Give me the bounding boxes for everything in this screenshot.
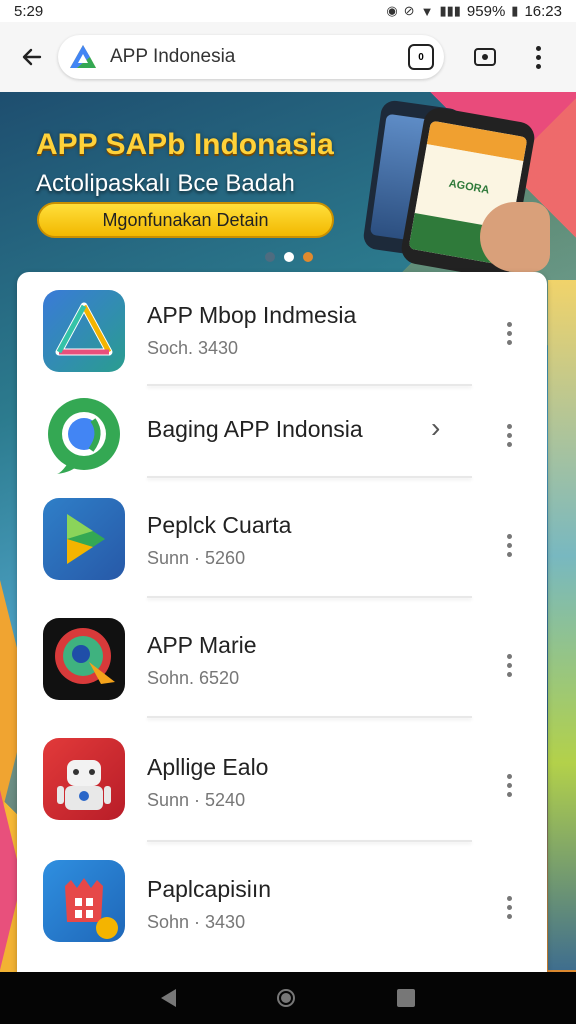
decor-stripe xyxy=(548,280,576,970)
signal-icon: ▮▮▮ xyxy=(439,3,461,18)
play-icon xyxy=(43,498,125,580)
item-menu-icon[interactable] xyxy=(507,774,512,797)
list-item[interactable]: Paplcapisiın Sohn · 3430 xyxy=(17,854,547,964)
status-icons: ◉ ⊘ ▼ ▮▮▮ 959% ▮ 16:23 xyxy=(386,3,562,20)
banner-cta-button[interactable]: Mgonfunakan Detain xyxy=(37,202,334,238)
list-item[interactable]: Peplck Cuarta Sunn · 5260 xyxy=(17,492,547,602)
app-name: Paplcapisiın xyxy=(147,876,272,902)
promo-banner[interactable]: APP SAPb Indonasia Actolipaskalı Bce Bad… xyxy=(0,92,576,281)
list-item[interactable]: Apllige Ealo Sunn · 5240 xyxy=(17,732,547,842)
app-name: APP Mbop Indmesia xyxy=(147,302,357,328)
divider xyxy=(147,384,472,386)
list-item[interactable]: APP Mbop Indmesia Soch. 3430 xyxy=(17,272,547,386)
divider xyxy=(147,716,472,718)
hand-illustration xyxy=(480,202,550,272)
robot-icon xyxy=(43,738,125,820)
chrome-like-icon xyxy=(43,394,125,476)
app-name: Peplck Cuarta xyxy=(147,512,292,538)
battery-icon: ▮ xyxy=(511,3,519,18)
url-text: APP Indonesia xyxy=(110,46,236,67)
app-meta: Sohn · 3430 xyxy=(147,912,246,932)
app-logo-icon xyxy=(70,45,96,68)
nav-home-icon[interactable] xyxy=(277,989,296,1007)
status-clock: 16:23 xyxy=(524,2,562,20)
item-menu-icon[interactable] xyxy=(507,654,512,677)
carousel-dot[interactable] xyxy=(303,252,313,262)
item-menu-icon[interactable] xyxy=(507,322,512,345)
parrot-icon xyxy=(43,618,125,700)
nav-back-icon[interactable] xyxy=(160,989,176,1007)
divider xyxy=(147,476,472,478)
dnd-icon: ⊘ xyxy=(403,3,415,18)
alarm-icon: ◉ xyxy=(386,3,398,18)
castle-icon xyxy=(43,860,125,942)
tabs-button[interactable] xyxy=(474,48,496,66)
item-menu-icon[interactable] xyxy=(507,534,512,557)
lens-icon[interactable]: 0 xyxy=(408,44,434,70)
chevron-right-icon[interactable]: › xyxy=(431,412,440,444)
app-meta: Sohn. 6520 xyxy=(147,668,240,688)
app-list-card: APP Mbop Indmesia Soch. 3430 Baging APP … xyxy=(17,272,547,972)
status-bar: 5:29 ◉ ⊘ ▼ ▮▮▮ 959% ▮ 16:23 xyxy=(0,0,576,22)
status-time: 5:29 xyxy=(14,2,44,20)
url-bar[interactable]: APP Indonesia 0 xyxy=(58,35,444,79)
list-item[interactable]: APP Marie Sohn. 6520 xyxy=(17,612,547,722)
battery-percent: 959% xyxy=(466,2,506,20)
wifi-icon: ▼ xyxy=(420,3,434,19)
carousel-dots xyxy=(265,252,313,262)
carousel-dot[interactable] xyxy=(265,252,275,262)
app-meta: Soch. 3430 xyxy=(147,338,239,358)
more-options-icon[interactable] xyxy=(536,45,541,69)
nav-recents-icon[interactable] xyxy=(397,989,416,1007)
carousel-dot-active[interactable] xyxy=(284,252,294,262)
phone-screen-text: AGORA xyxy=(447,177,491,197)
divider xyxy=(147,596,472,598)
tri-logo-icon xyxy=(43,290,125,372)
divider xyxy=(147,840,472,842)
banner-subtitle: Actolipaskalı Bce Badah xyxy=(36,170,295,197)
item-menu-icon[interactable] xyxy=(507,896,512,919)
app-meta: Sunn · 5240 xyxy=(147,790,246,810)
back-arrow-icon[interactable] xyxy=(6,31,58,83)
banner-title: APP SAPb Indonasia xyxy=(36,128,334,161)
app-name: Baging APP Indonsia xyxy=(147,416,363,442)
app-name: APP Marie xyxy=(147,632,257,658)
app-meta: Sunn · 5260 xyxy=(147,548,246,568)
browser-toolbar: APP Indonesia 0 xyxy=(0,22,576,92)
system-nav-bar xyxy=(0,972,576,1024)
list-item[interactable]: Baging APP Indonsia › xyxy=(17,388,547,498)
item-menu-icon[interactable] xyxy=(507,424,512,447)
app-name: Apllige Ealo xyxy=(147,754,269,780)
